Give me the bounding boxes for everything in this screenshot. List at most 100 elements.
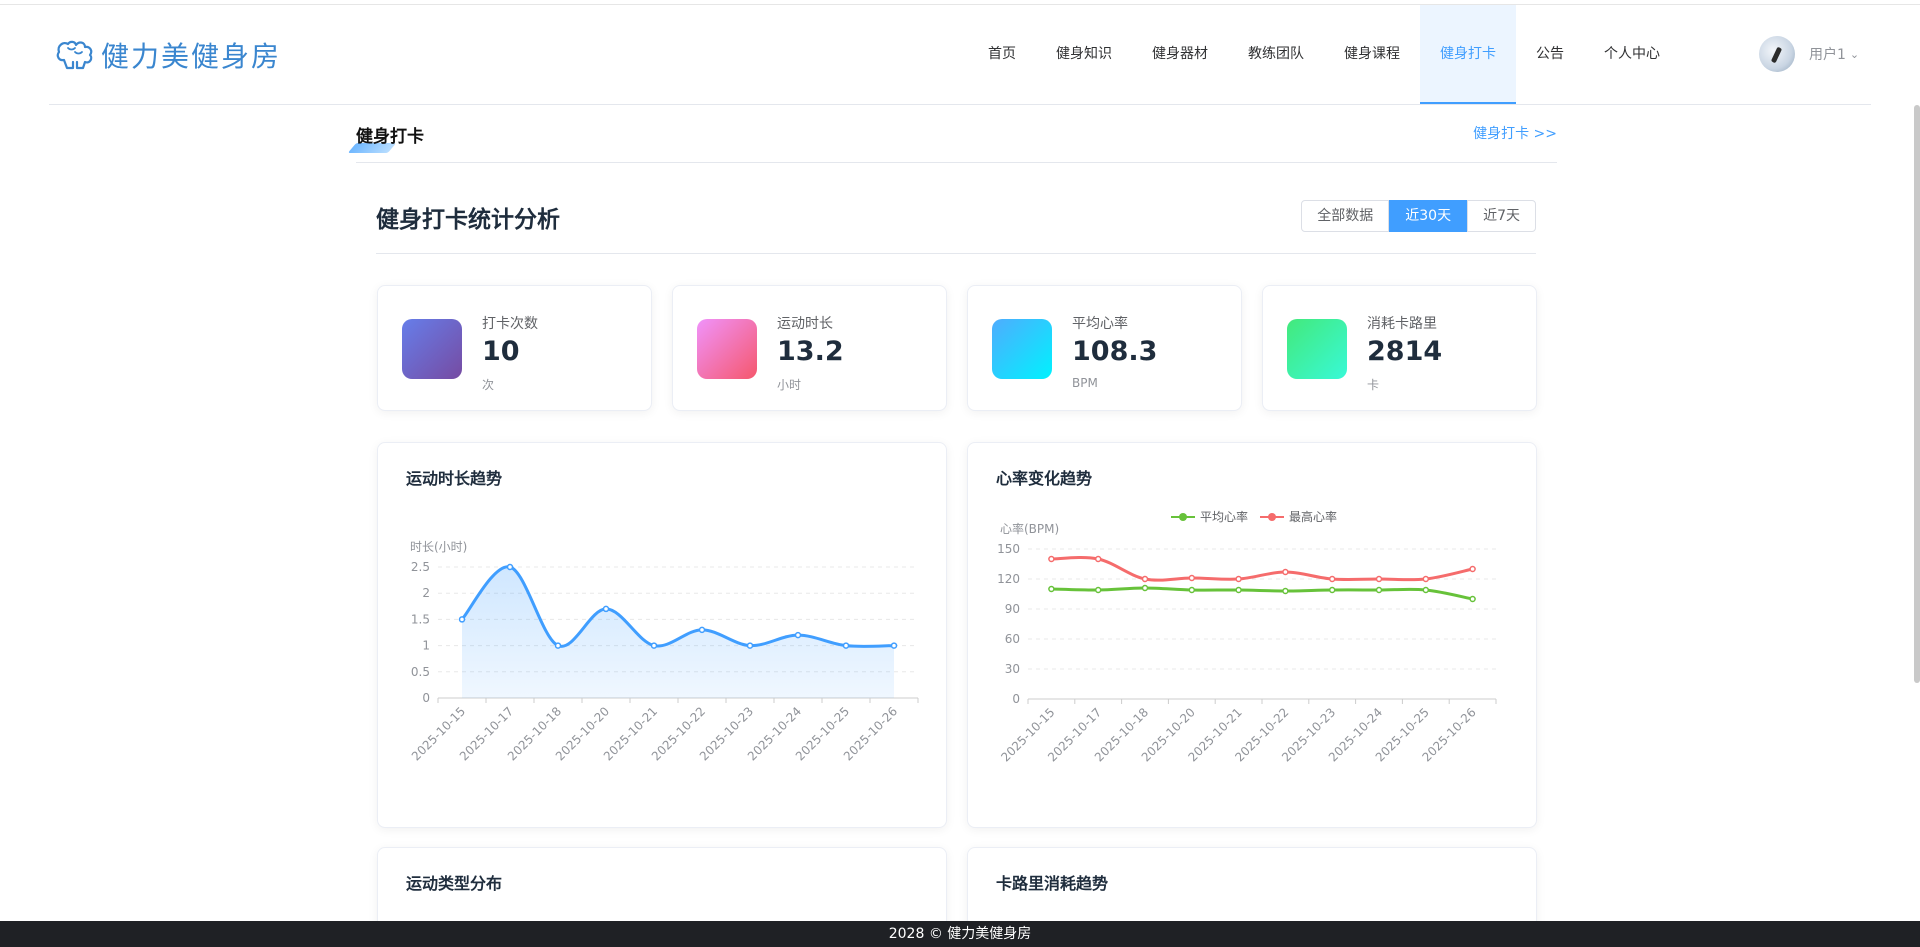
stat-value: 10 [482, 336, 520, 367]
y-tick-label: 30 [1005, 662, 1020, 676]
y-tick-label: 2 [422, 586, 430, 600]
stat-card-duration: 运动时长 13.2 小时 [672, 285, 947, 411]
range-all-button[interactable]: 全部数据 [1301, 200, 1390, 232]
legend-marker [1179, 513, 1187, 521]
section-bar: 健身打卡 健身打卡 >> [347, 105, 1557, 163]
scrollbar[interactable] [1914, 105, 1920, 683]
data-point [1375, 586, 1383, 594]
data-point [1328, 575, 1336, 583]
footer: 2028 © 健力美健身房 [0, 921, 1920, 947]
heart-rate-icon [992, 319, 1052, 379]
legend-marker [1268, 513, 1276, 521]
data-point [794, 631, 802, 639]
data-point [1469, 595, 1476, 603]
data-point [1141, 575, 1149, 583]
chevron-down-icon[interactable]: ⌄ [1850, 48, 1859, 61]
user-name[interactable]: 用户1 [1809, 44, 1846, 64]
y-tick-label: 90 [1005, 602, 1020, 616]
series-line-1 [1051, 556, 1473, 582]
nav-item-announcements[interactable]: 公告 [1516, 5, 1584, 104]
data-point [1375, 575, 1383, 583]
data-point [1188, 586, 1196, 594]
section-title: 健身打卡 [356, 127, 424, 147]
data-point [506, 563, 514, 571]
data-point [602, 605, 610, 613]
data-point [1048, 555, 1055, 563]
heart-rate-trend-card: 心率(BPM) 0 30 60 90 120 150 2025-10-15 2025-10-17… [967, 442, 1537, 828]
statistics-panel: 健身打卡统计分析 全部数据 近30天 近7天 打卡次数 10 次 运动时长 13… [356, 174, 1557, 947]
stat-value: 13.2 [777, 336, 844, 367]
legend-label: 最高心率 [1289, 509, 1337, 524]
y-tick-label: 0 [1012, 692, 1020, 706]
data-point [746, 642, 754, 649]
card-title: 心率变化趋势 [996, 469, 1093, 488]
heart-rate-trend-chart: 心率(BPM)03060901201502025-10-152025-10-17… [997, 509, 1497, 764]
logo[interactable]: 健力美健身房 [55, 35, 281, 75]
data-point [1282, 568, 1289, 576]
y-tick-label: 60 [1005, 632, 1020, 646]
stat-card-calories: 消耗卡路里 2814 卡 [1262, 285, 1537, 411]
checkin-link[interactable]: 健身打卡 >> [1473, 123, 1557, 143]
stat-card-heart-rate: 平均心率 108.3 BPM [967, 285, 1242, 411]
data-point [1469, 565, 1476, 573]
page-title: 健身打卡统计分析 [376, 207, 560, 233]
main-nav: 首页 健身知识 健身器材 教练团队 健身课程 健身打卡 公告 个人中心 [968, 5, 1680, 104]
stat-label: 运动时长 [777, 316, 833, 332]
legend-label: 平均心率 [1200, 509, 1248, 524]
data-point [554, 642, 562, 649]
y-tick-label: 0 [422, 691, 430, 705]
data-point [1282, 587, 1289, 595]
exercise-duration-icon [697, 319, 757, 379]
range-30-days-button[interactable]: 近30天 [1389, 200, 1468, 232]
data-point [1328, 586, 1336, 594]
y-tick-label: 1.5 [411, 612, 430, 626]
data-point [1048, 585, 1055, 593]
nav-item-personal-center[interactable]: 个人中心 [1584, 5, 1680, 104]
nav-item-courses[interactable]: 健身课程 [1324, 5, 1420, 104]
avatar[interactable] [1759, 36, 1795, 72]
data-point [1094, 586, 1102, 594]
data-point [1188, 574, 1196, 582]
stat-card-checkins: 打卡次数 10 次 [377, 285, 652, 411]
nav-item-checkin[interactable]: 健身打卡 [1420, 5, 1516, 104]
y-tick-label: 0.5 [411, 665, 430, 679]
range-7-days-button[interactable]: 近7天 [1467, 200, 1536, 232]
data-point [1422, 586, 1430, 594]
duration-trend-card: 时长(小时) 0 0.5 1 1.5 2 2.5 2025-10-15 2025-10-17 20… [377, 442, 947, 828]
stat-value: 2814 [1367, 336, 1443, 367]
duration-trend-chart: 时长(小时)00.511.522.52025-10-152025-10-1720… [409, 540, 919, 763]
stat-label: 消耗卡路里 [1367, 316, 1437, 332]
data-point [1235, 575, 1242, 583]
nav-item-equipment[interactable]: 健身器材 [1132, 5, 1228, 104]
data-point [650, 642, 658, 649]
stat-unit: 卡 [1367, 378, 1380, 392]
y-tick-label: 1 [422, 639, 430, 653]
calories-icon [1287, 319, 1347, 379]
checkin-count-icon [402, 319, 462, 379]
nav-item-coach-team[interactable]: 教练团队 [1228, 5, 1324, 104]
y-axis-label: 时长(小时) [410, 540, 467, 554]
data-point [1141, 584, 1149, 592]
y-tick-label: 120 [997, 572, 1020, 586]
range-selector: 全部数据 近30天 近7天 [1301, 200, 1536, 232]
stat-label: 平均心率 [1072, 316, 1128, 332]
data-point [842, 642, 850, 649]
card-title: 卡路里消耗趋势 [996, 874, 1109, 893]
stat-unit: BPM [1072, 376, 1098, 390]
y-tick-label: 150 [997, 542, 1020, 556]
stat-label: 打卡次数 [482, 316, 538, 332]
data-point [698, 626, 706, 634]
nav-item-fitness-knowledge[interactable]: 健身知识 [1036, 5, 1132, 104]
nav-item-home[interactable]: 首页 [968, 5, 1036, 104]
user-menu[interactable]: 用户1 ⌄ [1759, 36, 1859, 72]
series-line-0 [1051, 586, 1473, 601]
stat-value: 108.3 [1072, 336, 1158, 367]
data-point [1094, 555, 1102, 563]
stat-unit: 小时 [777, 378, 802, 392]
panel-header: 健身打卡统计分析 全部数据 近30天 近7天 [376, 174, 1536, 254]
brand-name: 健力美健身房 [101, 40, 282, 73]
muscle-logo-icon [56, 40, 93, 70]
site-header: 健力美健身房 首页 健身知识 健身器材 教练团队 健身课程 健身打卡 公告 个人… [49, 5, 1871, 105]
data-point [458, 616, 466, 623]
card-title: 运动时长趋势 [406, 469, 503, 488]
